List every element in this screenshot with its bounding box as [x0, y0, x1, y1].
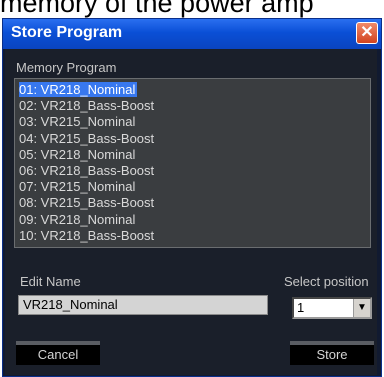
list-item[interactable]: 01: VR218_Nominal: [19, 82, 370, 98]
edit-name-field[interactable]: VR218_Nominal: [18, 295, 268, 315]
list-item[interactable]: 03: VR215_Nominal: [19, 114, 370, 130]
list-item[interactable]: 08: VR215_Bass-Boost: [19, 195, 370, 211]
select-position-label: Select position: [284, 274, 369, 289]
memory-program-label: Memory Program: [16, 60, 117, 75]
list-item[interactable]: 09: VR218_Nominal: [19, 212, 370, 228]
window-title: Store Program: [11, 24, 123, 41]
chevron-down-icon[interactable]: ▼: [353, 299, 370, 317]
memory-program-list[interactable]: 01: VR218_Nominal 02: VR218_Bass-Boost 0…: [14, 78, 371, 248]
list-item[interactable]: 07: VR215_Nominal: [19, 179, 370, 195]
title-bar[interactable]: Store Program ✕: [3, 19, 381, 49]
caption-text: memory of the power amp: [0, 0, 314, 18]
select-position-value: 1: [297, 300, 305, 315]
close-icon: ✕: [360, 24, 374, 41]
list-item[interactable]: 04: VR215_Bass-Boost: [19, 131, 370, 147]
cancel-button[interactable]: Cancel: [16, 341, 100, 365]
close-button[interactable]: ✕: [356, 22, 378, 44]
edit-name-label: Edit Name: [20, 274, 81, 289]
store-button[interactable]: Store: [290, 341, 374, 365]
select-position-dropdown[interactable]: 1 ▼: [292, 297, 372, 319]
list-item[interactable]: 02: VR218_Bass-Boost: [19, 98, 370, 114]
list-item[interactable]: 10: VR218_Bass-Boost: [19, 228, 370, 244]
list-item[interactable]: 06: VR218_Bass-Boost: [19, 163, 370, 179]
list-item[interactable]: 05: VR218_Nominal: [19, 147, 370, 163]
